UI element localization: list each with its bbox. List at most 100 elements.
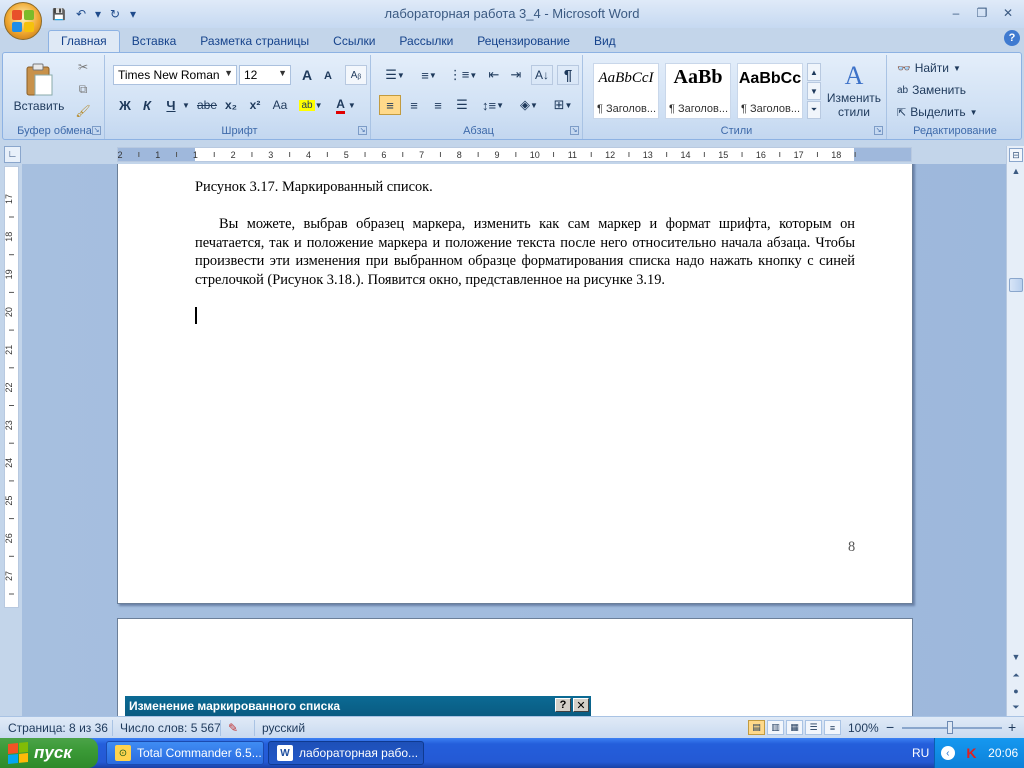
sort-icon[interactable]: A↓ — [531, 65, 553, 85]
styles-more-icon[interactable]: ⏷ — [807, 101, 821, 119]
increase-indent-icon[interactable]: ⇥ — [505, 65, 527, 85]
format-painter-icon[interactable]: 🖌 — [75, 103, 91, 119]
borders-icon[interactable]: ⊞ ▼ — [547, 95, 579, 115]
bold-button[interactable]: Ж — [115, 95, 135, 115]
cut-icon[interactable]: ✂ — [75, 59, 91, 75]
bullets-icon[interactable]: ☰ ▼ — [379, 65, 411, 85]
show-marks-button[interactable]: ¶ — [557, 65, 579, 85]
numbering-icon[interactable]: ≡ ▼ — [413, 65, 445, 85]
start-button[interactable]: пуск — [0, 738, 98, 768]
next-page-icon[interactable]: ⏷ — [1009, 700, 1023, 714]
change-bulleted-list-dialog[interactable]: Изменение маркированного списка ? ✕ — [125, 696, 591, 716]
vertical-scrollbar[interactable]: ⊟ ▲ ▼ ⏶ ● ⏷ — [1006, 146, 1024, 716]
paste-button[interactable]: Вставить — [13, 57, 65, 119]
styles-scroll-up-icon[interactable]: ▲ — [807, 63, 821, 81]
subscript-button[interactable]: x₂ — [221, 95, 241, 115]
previous-page-icon[interactable]: ⏶ — [1009, 668, 1023, 682]
word-count-status[interactable]: Число слов: 5 567 — [120, 721, 221, 735]
decrease-indent-icon[interactable]: ⇤ — [483, 65, 505, 85]
tray-collapse-icon[interactable]: ‹ — [940, 746, 955, 760]
find-button[interactable]: 👓 Найти ▼ — [897, 59, 977, 77]
dialog-close-button[interactable]: ✕ — [573, 698, 589, 712]
tab-page-layout[interactable]: Разметка страницы — [188, 31, 321, 52]
taskbar-item-total-commander[interactable]: ⊙ Total Commander 6.5... — [106, 741, 264, 765]
zoom-out-icon[interactable]: − — [886, 719, 894, 735]
scroll-down-icon[interactable]: ▼ — [1009, 650, 1023, 664]
office-button[interactable] — [4, 2, 42, 40]
zoom-in-icon[interactable]: + — [1008, 719, 1016, 735]
view-ruler-icon[interactable]: ⊟ — [1009, 148, 1023, 162]
align-center-icon[interactable]: ≡ — [403, 95, 425, 115]
undo-icon[interactable]: ↶ — [72, 6, 90, 22]
copy-icon[interactable]: ⧉ — [75, 81, 91, 97]
save-icon[interactable]: 💾 — [50, 6, 68, 22]
full-screen-reading-icon[interactable]: ▥ — [767, 720, 784, 735]
shading-icon[interactable]: ◈ ▼ — [513, 95, 545, 115]
font-name-combo[interactable]: Times New Roman ▼ — [113, 65, 237, 85]
zoom-slider-handle[interactable] — [947, 721, 953, 734]
language-indicator[interactable]: RU — [912, 746, 929, 760]
cursor-arrow-icon: ⇱ — [897, 106, 907, 119]
italic-button[interactable]: К — [137, 95, 157, 115]
highlight-icon[interactable]: ab ▼ — [297, 95, 325, 115]
language-status[interactable]: русский — [262, 721, 305, 735]
draft-icon[interactable]: ≡ — [824, 720, 841, 735]
tab-home[interactable]: Главная — [48, 30, 120, 52]
tab-insert[interactable]: Вставка — [120, 31, 189, 52]
font-size-combo[interactable]: 12 ▼ — [239, 65, 291, 85]
justify-icon[interactable]: ☰ — [451, 95, 473, 115]
change-styles-button[interactable]: A Изменить стили — [825, 59, 883, 121]
outline-icon[interactable]: ☰ — [805, 720, 822, 735]
font-launcher-icon[interactable]: ↘ — [358, 126, 367, 135]
scroll-up-icon[interactable]: ▲ — [1009, 164, 1023, 178]
dialog-help-button[interactable]: ? — [555, 698, 571, 712]
restore-button[interactable]: ❐ — [970, 4, 994, 22]
change-case-button[interactable]: Aa — [269, 95, 291, 115]
undo-dropdown-icon[interactable]: ▾ — [94, 6, 102, 22]
taskbar-item-word[interactable]: W лабораторная рабо... — [268, 741, 424, 765]
select-button[interactable]: ⇱ Выделить ▼ — [897, 103, 987, 121]
redo-icon[interactable]: ↻ — [106, 6, 124, 22]
web-layout-icon[interactable]: ▦ — [786, 720, 803, 735]
styles-launcher-icon[interactable]: ↘ — [874, 126, 883, 135]
print-layout-icon[interactable]: ▤ — [748, 720, 765, 735]
style-tile-2[interactable]: AaBb ¶ Заголов... — [665, 63, 731, 119]
close-button[interactable]: ✕ — [996, 4, 1020, 22]
customize-qat-icon[interactable]: ▾ — [128, 6, 138, 22]
minimize-button[interactable]: – — [944, 4, 968, 22]
underline-dropdown-icon[interactable]: ▼ — [181, 95, 191, 115]
tab-references[interactable]: Ссылки — [321, 31, 387, 52]
scroll-thumb[interactable] — [1009, 278, 1023, 292]
clear-format-icon[interactable]: Aᵦ — [345, 65, 367, 85]
underline-button[interactable]: Ч — [161, 95, 181, 115]
horizontal-ruler[interactable]: 2 1 1 2 3 4 5 6 7 8 9 10 11 12 13 14 15 16 17 18 — [117, 147, 912, 162]
replace-button[interactable]: ab Заменить — [897, 81, 977, 99]
shrink-font-button[interactable]: A — [319, 67, 337, 85]
multilevel-list-icon[interactable]: ⋮≡ ▼ — [447, 65, 479, 85]
paragraph-launcher-icon[interactable]: ↘ — [570, 126, 579, 135]
help-button[interactable]: ? — [1004, 30, 1020, 46]
proofing-icon[interactable]: ✎ — [228, 721, 238, 735]
font-color-icon[interactable]: A ▼ — [331, 95, 361, 115]
page[interactable]: Рисунок 3.17. Маркированный список. Вы м… — [117, 164, 913, 604]
tab-mailings[interactable]: Рассылки — [387, 31, 465, 52]
tab-view[interactable]: Вид — [582, 31, 628, 52]
antivirus-icon[interactable]: K — [966, 745, 976, 761]
clipboard-launcher-icon[interactable]: ↘ — [92, 126, 101, 135]
tab-selector-icon[interactable]: ∟ — [4, 146, 21, 163]
tab-review[interactable]: Рецензирование — [465, 31, 582, 52]
page-count-status[interactable]: Страница: 8 из 36 — [8, 721, 108, 735]
zoom-level[interactable]: 100% — [848, 721, 879, 735]
styles-scroll-down-icon[interactable]: ▼ — [807, 82, 821, 100]
style-tile-3[interactable]: AaBbCc ¶ Заголов... — [737, 63, 803, 119]
align-left-icon[interactable]: ≡ — [379, 95, 401, 115]
grow-font-button[interactable]: A — [297, 65, 317, 85]
line-spacing-icon[interactable]: ↕≡ ▼ — [477, 95, 509, 115]
select-browse-object-icon[interactable]: ● — [1009, 684, 1023, 698]
vertical-ruler[interactable]: 17 18 19 20 21 22 23 24 25 26 27 — [4, 166, 19, 608]
strikethrough-button[interactable]: abe — [195, 95, 219, 115]
align-right-icon[interactable]: ≡ — [427, 95, 449, 115]
superscript-button[interactable]: x² — [245, 95, 265, 115]
style-tile-1[interactable]: AaBbCcI ¶ Заголов... — [593, 63, 659, 119]
clock[interactable]: 20:06 — [988, 746, 1018, 760]
